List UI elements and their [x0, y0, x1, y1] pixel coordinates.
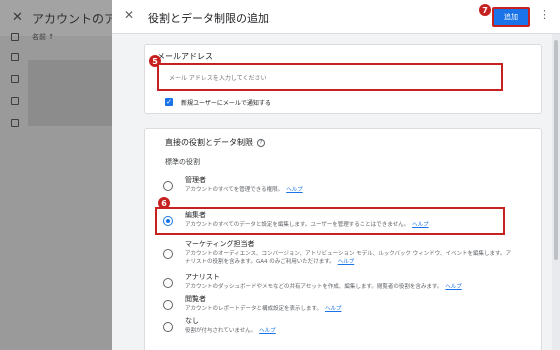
role-name: 閲覧者 [185, 295, 206, 303]
role-description: アカウントのすべてを管理できる権限。 ヘルプ [185, 187, 303, 193]
role-radio[interactable] [163, 181, 173, 191]
role-radio-selected[interactable] [163, 216, 173, 226]
background-close-icon: ✕ [12, 10, 23, 25]
close-icon[interactable]: ✕ [124, 8, 134, 22]
help-link[interactable]: ヘルプ [259, 328, 276, 334]
add-roles-dialog: ✕ 役割とデータ制限の追加 7 追加 ⋮ メールアドレス 5 ✓ 新規ユーザーに… [112, 0, 560, 350]
role-description: アカウントのすべてのデータと設定を編集します。ユーザーを管理することはできません… [185, 222, 429, 228]
role-name: 管理者 [185, 176, 206, 184]
role-radio[interactable] [163, 249, 173, 259]
help-link[interactable]: ヘルプ [338, 259, 355, 265]
roles-card: 直接の役割とデータ制限? 標準の役割 管理者 アカウントのすべてを管理できる権限… [144, 128, 542, 350]
role-name: 編集者 [185, 211, 206, 219]
background-column-header: 名前 ↑ [32, 33, 55, 41]
help-link[interactable]: ヘルプ [325, 306, 342, 312]
role-radio[interactable] [163, 278, 173, 288]
role-name: アナリスト [185, 273, 220, 281]
background-select-all-checkbox [11, 33, 19, 41]
background-row-checkbox [11, 53, 19, 61]
vertical-dots-icon[interactable]: ⋮ [539, 8, 550, 21]
background-title: アカウントのアク [32, 12, 112, 26]
role-radio[interactable] [163, 300, 173, 310]
background-row-checkbox [11, 75, 19, 83]
background-row-checkbox [11, 119, 19, 127]
role-description: アカウントのオーディエンス、コンバージョン、アトリビューション モデル、ルックバ… [185, 251, 511, 265]
email-input[interactable] [159, 66, 501, 91]
background-header-row: 名前 ↑ [0, 28, 112, 48]
email-label: メールアドレス [157, 52, 213, 61]
dialog-header: ✕ 役割とデータ制限の追加 7 追加 ⋮ [112, 0, 560, 34]
help-circle-icon[interactable]: ? [257, 138, 265, 147]
notify-label: 新規ユーザーにメールで通知する [181, 100, 271, 107]
step-badge-add: 7 [479, 4, 491, 16]
notify-checkbox[interactable]: ✓ [165, 98, 173, 106]
background-placeholder-block [28, 60, 112, 126]
help-link[interactable]: ヘルプ [412, 222, 429, 228]
help-link[interactable]: ヘルプ [286, 187, 303, 193]
roles-title-text: 直接の役割とデータ制限 [165, 138, 253, 147]
scrollbar-thumb[interactable] [554, 40, 558, 260]
email-field[interactable] [157, 63, 503, 91]
roles-section-title: 直接の役割とデータ制限? [165, 137, 265, 148]
standard-roles-label: 標準の役割 [165, 158, 200, 166]
add-button[interactable]: 追加 [492, 7, 530, 27]
background-account-panel: ✕ アカウントのアク 名前 ↑ [0, 0, 112, 350]
role-name: マーケティング担当者 [185, 240, 255, 248]
dialog-title: 役割とデータ制限の追加 [148, 12, 269, 25]
role-description: アカウントのレポートデータと構成設定を表示します。 ヘルプ [185, 306, 342, 312]
role-description: 役割が付与されていません。 ヘルプ [185, 328, 276, 334]
role-description: アカウントのダッシュボードやメモなどの共有アセットを作成、編集します。閲覧者の役… [185, 284, 462, 290]
role-radio[interactable] [163, 322, 173, 332]
help-link[interactable]: ヘルプ [445, 284, 462, 290]
role-name: なし [185, 317, 199, 325]
email-card: メールアドレス 5 ✓ 新規ユーザーにメールで通知する [144, 44, 542, 114]
background-row-checkbox [11, 97, 19, 105]
